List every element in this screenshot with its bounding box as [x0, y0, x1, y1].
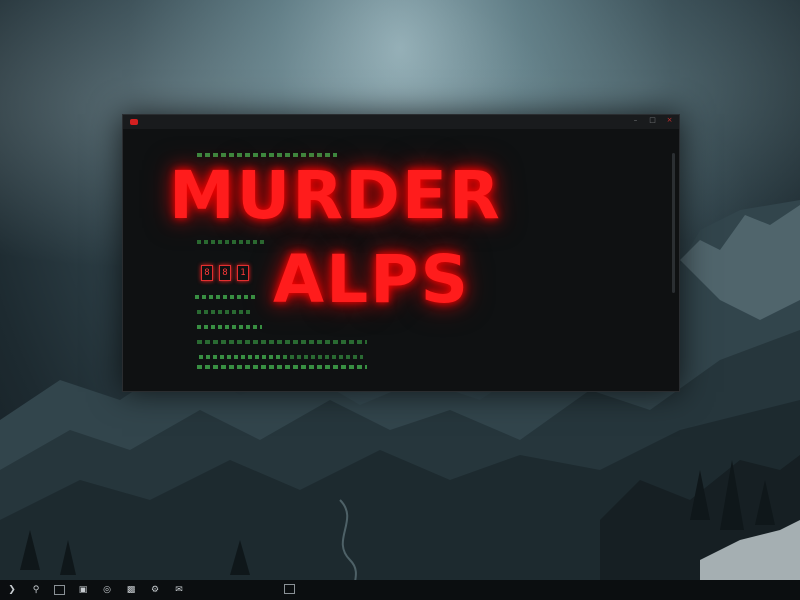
window-titlebar[interactable]: – □ × — [123, 115, 679, 129]
code-line — [197, 340, 367, 344]
code-line — [197, 240, 267, 244]
file-explorer-icon[interactable]: ▣ — [77, 584, 89, 596]
app-icon — [130, 119, 138, 125]
search-icon[interactable]: ⚲ — [30, 584, 42, 596]
menu-bar — [123, 129, 679, 139]
glyph-box: 1 — [237, 265, 249, 281]
app-window[interactable]: – □ × 8 8 1 MURDER ALPS — [122, 114, 680, 392]
toolbar — [123, 140, 679, 149]
glyph-row: 8 8 1 — [201, 265, 249, 281]
task-view-icon[interactable] — [54, 585, 65, 595]
system-tray — [773, 580, 794, 600]
headline-line-2: ALPS — [273, 241, 471, 318]
code-line — [283, 355, 363, 359]
close-icon[interactable]: × — [666, 117, 673, 124]
window-controls: – □ × — [632, 117, 673, 124]
desktop: – □ × 8 8 1 MURDER ALPS ❯ ⚲ ▣ ◎ ▩ ⚙ ✉ — [0, 0, 800, 600]
code-line — [199, 355, 289, 359]
glyph-box: 8 — [201, 265, 213, 281]
active-app-icon[interactable] — [284, 584, 295, 594]
vertical-scrollbar[interactable] — [672, 153, 675, 293]
mail-icon[interactable]: ✉ — [173, 584, 185, 596]
code-line — [197, 365, 367, 369]
code-line — [197, 310, 252, 314]
start-icon[interactable]: ❯ — [6, 584, 18, 596]
terminal-icon[interactable]: ▩ — [125, 584, 137, 596]
code-line — [197, 325, 262, 329]
taskbar: ❯ ⚲ ▣ ◎ ▩ ⚙ ✉ — [0, 580, 800, 600]
browser-icon[interactable]: ◎ — [101, 584, 113, 596]
headline-line-1: MURDER — [169, 157, 502, 234]
minimize-icon[interactable]: – — [632, 117, 639, 124]
maximize-icon[interactable]: □ — [649, 117, 656, 124]
glyph-box: 8 — [219, 265, 231, 281]
code-line — [195, 295, 255, 299]
settings-icon[interactable]: ⚙ — [149, 584, 161, 596]
